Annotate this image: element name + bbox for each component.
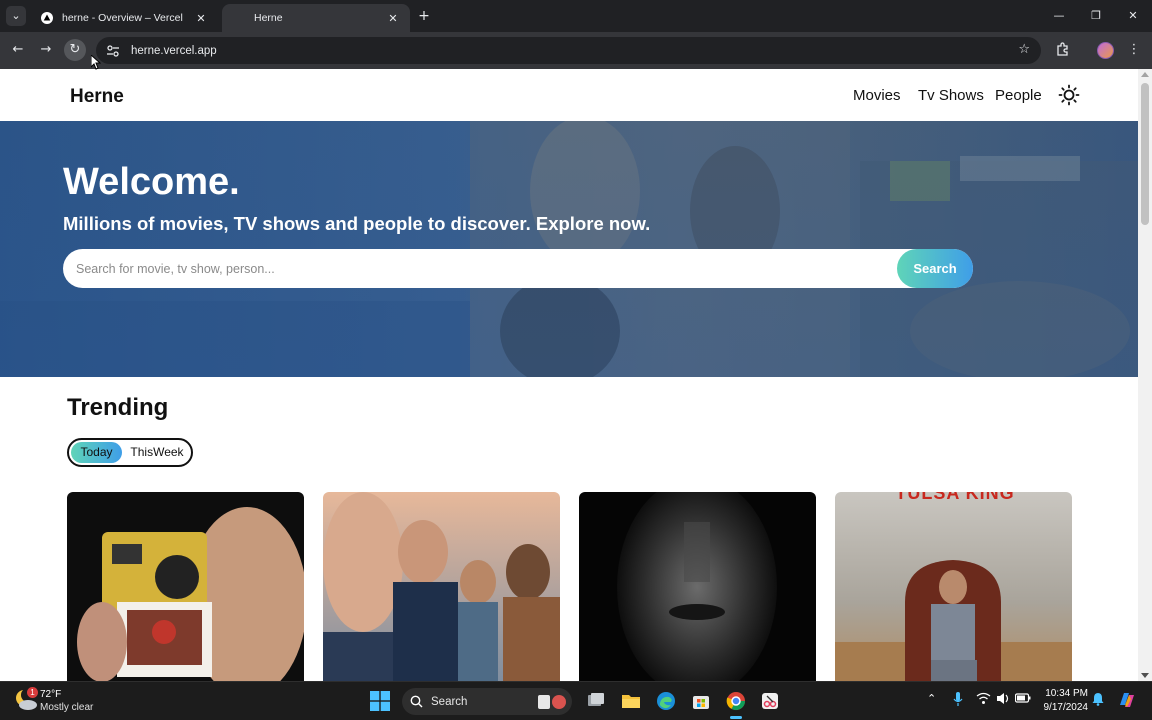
trending-card-4[interactable]: TULSA KING xyxy=(835,492,1072,681)
address-bar[interactable]: herne.vercel.app ☆ xyxy=(96,37,1041,64)
close-window-icon[interactable]: ✕ xyxy=(1125,8,1141,24)
windows-taskbar: 1 72°F Mostly clear Search ⌃ 10:34 PM 9/… xyxy=(0,681,1152,720)
site-header: Herne Movies Tv Shows People xyxy=(0,69,1138,121)
url-text: herne.vercel.app xyxy=(131,44,217,57)
wifi-icon[interactable] xyxy=(976,692,991,708)
copilot-icon[interactable] xyxy=(1117,690,1137,713)
vercel-triangle-icon xyxy=(40,11,54,25)
trending-heading: Trending xyxy=(67,394,169,421)
search-highlight-icon xyxy=(538,694,566,709)
chrome-icon[interactable] xyxy=(726,691,746,719)
nav-people[interactable]: People xyxy=(995,87,1042,104)
site-logo[interactable]: Herne xyxy=(70,86,124,108)
task-view-icon[interactable] xyxy=(586,691,606,711)
forward-arrow-icon[interactable]: → xyxy=(35,39,57,61)
tab-search-chevron-icon[interactable]: ⌄ xyxy=(6,6,26,26)
volume-icon[interactable] xyxy=(996,692,1011,708)
hero-banner: Welcome. Millions of movies, TV shows an… xyxy=(0,121,1138,377)
scrollbar-thumb[interactable] xyxy=(1141,83,1149,225)
hero-subtitle: Millions of movies, TV shows and people … xyxy=(63,213,651,234)
weather-description[interactable]: Mostly clear xyxy=(40,702,93,713)
tab-herne[interactable]: Herne ✕ xyxy=(222,4,410,32)
notification-bell-icon[interactable] xyxy=(1092,692,1104,709)
restore-window-icon[interactable]: ❐ xyxy=(1088,8,1104,24)
search-button[interactable]: Search xyxy=(897,249,973,288)
web-page: Herne Movies Tv Shows People Welcome. Mi… xyxy=(0,69,1138,681)
weather-notification-badge: 1 xyxy=(27,687,38,698)
chrome-menu-icon[interactable]: ⋮ xyxy=(1125,41,1143,59)
extensions-puzzle-icon[interactable] xyxy=(1054,41,1072,59)
edge-browser-icon[interactable] xyxy=(656,691,676,711)
weather-temperature[interactable]: 72°F xyxy=(40,689,61,700)
hero-title: Welcome. xyxy=(63,161,240,203)
search-icon xyxy=(410,695,423,708)
poster-image xyxy=(579,492,816,681)
poster-image xyxy=(835,492,1072,681)
minimize-window-icon[interactable]: — xyxy=(1051,8,1067,24)
tab-title: herne - Overview – Vercel xyxy=(62,12,183,24)
site-settings-icon[interactable] xyxy=(105,43,121,59)
profile-avatar[interactable] xyxy=(1097,42,1114,59)
search-input[interactable] xyxy=(63,249,898,288)
battery-icon[interactable] xyxy=(1014,692,1031,707)
poster-image xyxy=(323,492,560,681)
snipping-tool-icon[interactable] xyxy=(760,691,780,711)
clock-date[interactable]: 9/17/2024 xyxy=(1036,702,1089,713)
trending-card-3[interactable] xyxy=(579,492,816,681)
default-globe-icon xyxy=(232,11,246,25)
tab-title: Herne xyxy=(254,12,283,24)
theme-toggle-sun-icon[interactable] xyxy=(1058,84,1080,106)
taskbar-search-label: Search xyxy=(431,695,468,708)
toggle-today[interactable]: Today xyxy=(71,442,122,463)
poster-title-text: TULSA KING xyxy=(895,492,1015,503)
browser-toolbar: ← → ↻ herne.vercel.app ☆ ⋮ xyxy=(0,32,1152,69)
tab-vercel-overview[interactable]: herne - Overview – Vercel ✕ xyxy=(30,4,218,32)
nav-tv-shows[interactable]: Tv Shows xyxy=(918,87,984,104)
browser-tab-bar: ⌄ herne - Overview – Vercel ✕ Herne ✕ + … xyxy=(0,0,1152,32)
new-tab-plus-icon[interactable]: + xyxy=(416,8,432,24)
scroll-up-arrow-icon[interactable] xyxy=(1141,72,1149,77)
trending-time-toggle: Today ThisWeek xyxy=(67,438,193,467)
microphone-icon[interactable] xyxy=(953,692,963,710)
hero-search-bar: Search xyxy=(63,249,973,288)
file-explorer-icon[interactable] xyxy=(621,691,641,711)
reload-icon[interactable]: ↻ xyxy=(64,39,86,61)
trending-card-1[interactable] xyxy=(67,492,304,681)
mouse-cursor-icon xyxy=(91,55,101,70)
scroll-down-arrow-icon[interactable] xyxy=(1141,673,1149,678)
nav-movies[interactable]: Movies xyxy=(853,87,901,104)
clock-time[interactable]: 10:34 PM xyxy=(1040,688,1088,699)
show-hidden-icons-chevron[interactable]: ⌃ xyxy=(927,692,936,705)
windows-start-icon[interactable] xyxy=(370,691,390,711)
page-scrollbar[interactable] xyxy=(1138,69,1152,681)
trending-card-2[interactable] xyxy=(323,492,560,681)
poster-image xyxy=(67,492,304,681)
taskbar-search[interactable]: Search xyxy=(402,688,572,715)
bookmark-star-icon[interactable]: ☆ xyxy=(1018,42,1030,57)
close-tab-icon[interactable]: ✕ xyxy=(194,12,208,25)
microsoft-store-icon[interactable] xyxy=(691,691,711,711)
back-arrow-icon[interactable]: ← xyxy=(7,39,29,61)
close-tab-icon[interactable]: ✕ xyxy=(386,12,400,25)
toggle-this-week[interactable]: ThisWeek xyxy=(125,442,189,463)
